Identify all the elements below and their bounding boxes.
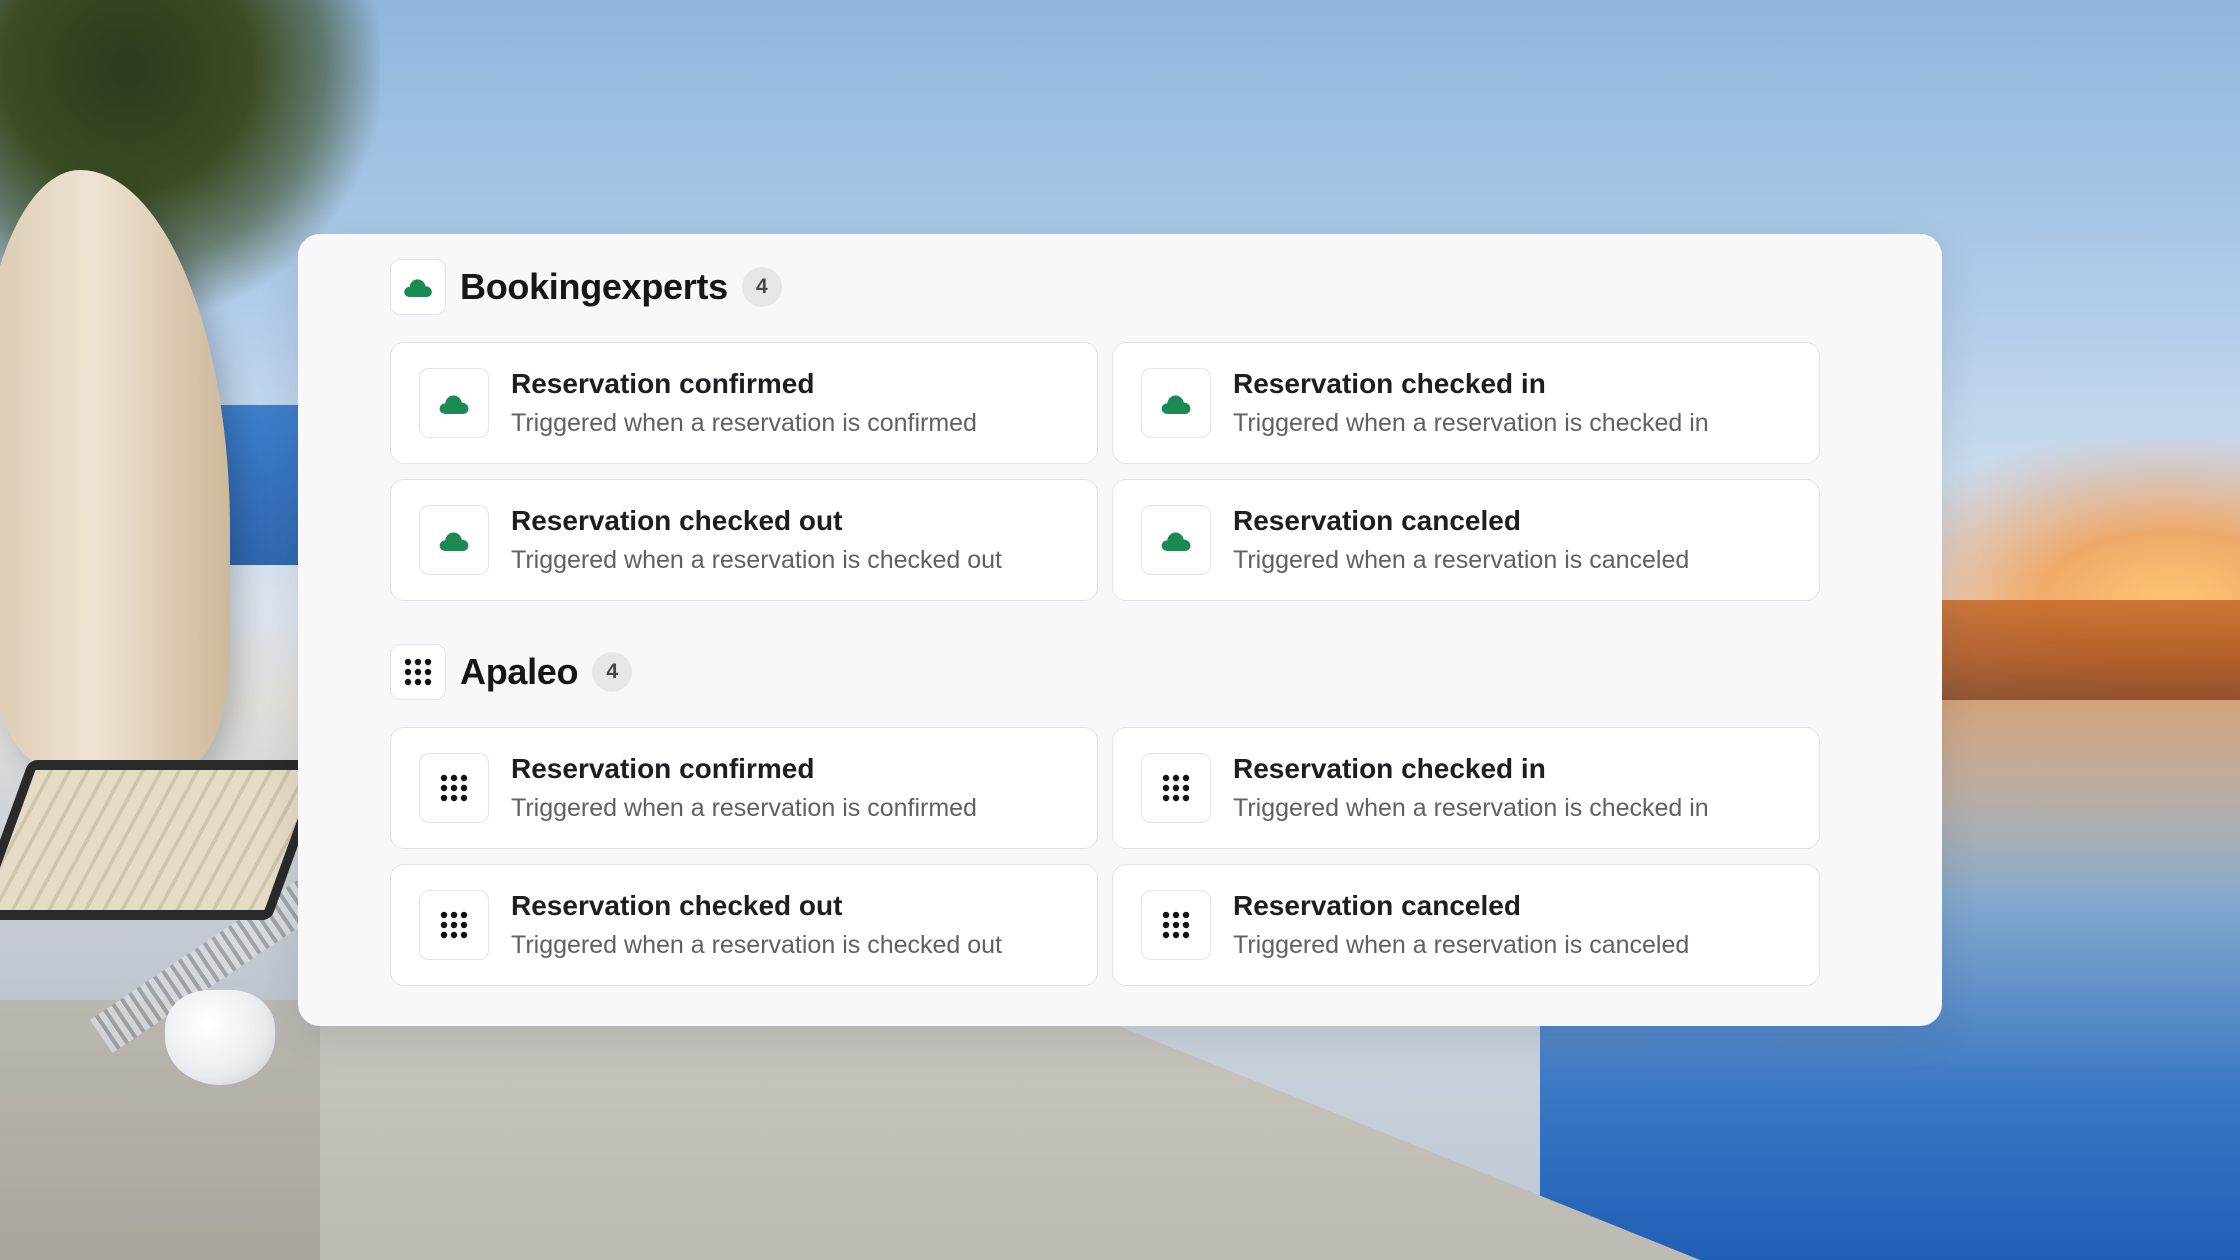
trigger-title: Reservation canceled xyxy=(1233,890,1521,921)
trigger-title: Reservation canceled xyxy=(1233,505,1521,536)
trigger-title: Reservation checked out xyxy=(511,505,843,536)
trigger-icon-box xyxy=(1141,753,1211,823)
trigger-title: Reservation checked in xyxy=(1233,753,1546,784)
apaleo-logo xyxy=(390,644,446,700)
dot-grid-icon xyxy=(1162,774,1190,802)
trigger-description: Triggered when a reservation is confirme… xyxy=(511,794,977,822)
trigger-title: Reservation checked in xyxy=(1233,368,1546,399)
group-title: Apaleo xyxy=(460,651,579,692)
dot-grid-icon xyxy=(404,658,432,686)
flower-pot xyxy=(165,990,275,1085)
cloud-icon xyxy=(404,279,432,297)
trigger-description: Triggered when a reservation is canceled xyxy=(1233,546,1690,574)
trigger-description: Triggered when a reservation is checked … xyxy=(1233,409,1709,437)
trigger-icon-box xyxy=(419,505,489,575)
trigger-card-reservation-confirmed[interactable]: Reservation confirmed Triggered when a r… xyxy=(390,727,1098,849)
cloud-icon xyxy=(439,532,469,551)
trigger-card-reservation-canceled[interactable]: Reservation canceled Triggered when a re… xyxy=(1112,864,1820,986)
trigger-description: Triggered when a reservation is checked … xyxy=(511,931,1003,959)
cloud-icon xyxy=(439,395,469,414)
trigger-card-reservation-checked-out[interactable]: Reservation checked out Triggered when a… xyxy=(390,864,1098,986)
dot-grid-icon xyxy=(440,911,468,939)
pool-reflection xyxy=(1940,700,2240,900)
trigger-title: Reservation confirmed xyxy=(511,753,815,784)
count-badge: 4 xyxy=(741,267,782,307)
group-header-apaleo: Apaleo 4 xyxy=(390,644,633,700)
trigger-title: Reservation checked out xyxy=(511,890,843,921)
trigger-description: Triggered when a reservation is checked … xyxy=(511,546,1003,574)
group-title: Bookingexperts xyxy=(460,266,728,307)
trigger-card-reservation-checked-in[interactable]: Reservation checked in Triggered when a … xyxy=(1112,342,1820,464)
dot-grid-icon xyxy=(1162,911,1190,939)
cloud-icon xyxy=(1161,532,1191,551)
trigger-description: Triggered when a reservation is canceled xyxy=(1233,931,1690,959)
trigger-icon-box xyxy=(1141,505,1211,575)
cloud-icon xyxy=(1161,395,1191,414)
trigger-grid-apaleo: Reservation confirmed Triggered when a r… xyxy=(390,727,1820,986)
trigger-card-reservation-confirmed[interactable]: Reservation confirmed Triggered when a r… xyxy=(390,342,1098,464)
trigger-icon-box xyxy=(1141,368,1211,438)
trigger-grid-bookingexperts: Reservation confirmed Triggered when a r… xyxy=(390,342,1820,601)
count-badge: 4 xyxy=(592,652,633,692)
dot-grid-icon xyxy=(440,774,468,802)
trigger-card-reservation-checked-in[interactable]: Reservation checked in Triggered when a … xyxy=(1112,727,1820,849)
trigger-description: Triggered when a reservation is checked … xyxy=(1233,794,1709,822)
trigger-card-reservation-checked-out[interactable]: Reservation checked out Triggered when a… xyxy=(390,479,1098,601)
group-header-bookingexperts: Bookingexperts 4 xyxy=(390,259,782,315)
trigger-icon-box xyxy=(419,890,489,960)
trigger-description: Triggered when a reservation is confirme… xyxy=(511,409,977,437)
bookingexperts-logo xyxy=(390,259,446,315)
trigger-icon-box xyxy=(1141,890,1211,960)
trigger-icon-box xyxy=(419,753,489,823)
triggers-panel: Bookingexperts 4 Reservation confirmed T… xyxy=(298,234,1942,1026)
trigger-card-reservation-canceled[interactable]: Reservation canceled Triggered when a re… xyxy=(1112,479,1820,601)
far-shore xyxy=(1920,600,2240,700)
trigger-icon-box xyxy=(419,368,489,438)
trigger-title: Reservation confirmed xyxy=(511,368,815,399)
